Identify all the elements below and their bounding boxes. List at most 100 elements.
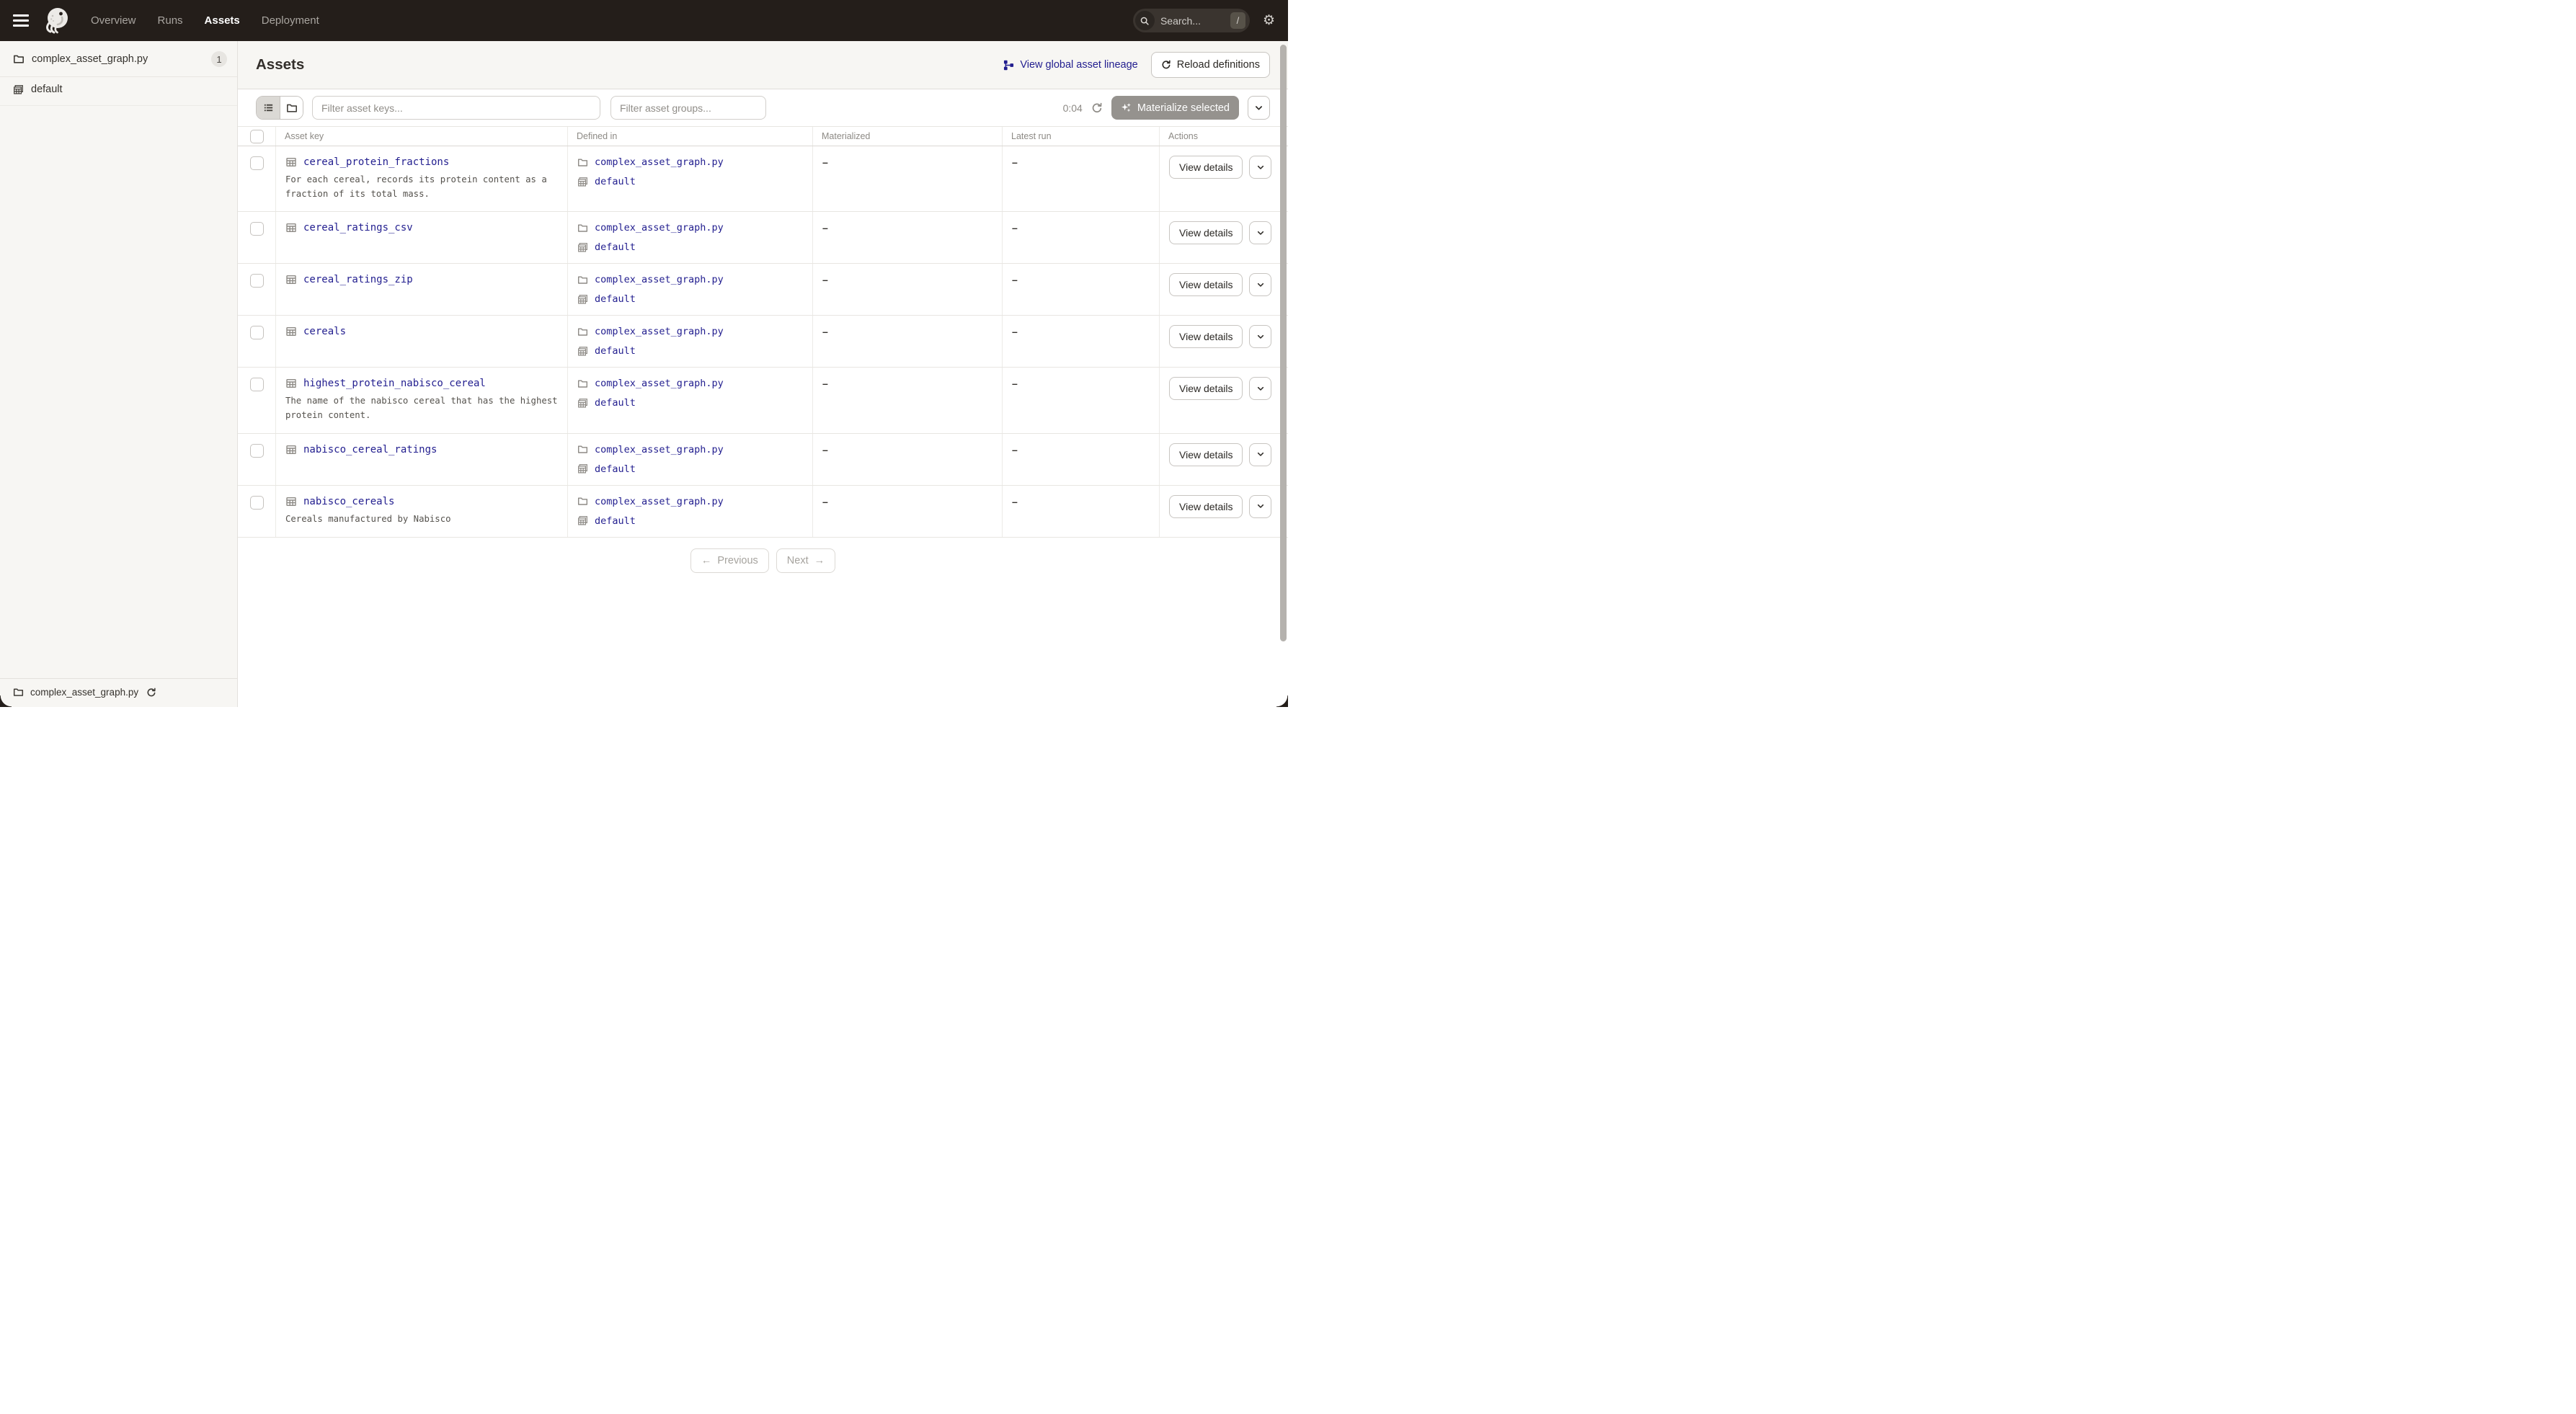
materialized-value: – <box>822 222 828 234</box>
asset-key-link[interactable]: cereals <box>303 326 346 337</box>
list-view-button[interactable] <box>257 97 280 119</box>
defined-in-file-link[interactable]: complex_asset_graph.py <box>595 444 724 455</box>
arrow-right-icon: → <box>814 554 825 566</box>
filter-asset-keys-input[interactable] <box>312 96 600 120</box>
latest-run-value: – <box>1012 443 1018 455</box>
defined-in-group-link[interactable]: default <box>595 463 636 475</box>
search-placeholder: Search... <box>1160 14 1201 27</box>
row-actions-dropdown[interactable] <box>1249 494 1272 518</box>
chevron-down-icon <box>1257 283 1264 287</box>
vertical-scrollbar[interactable] <box>1280 45 1287 641</box>
defined-in-file-link[interactable]: complex_asset_graph.py <box>595 274 724 285</box>
chevron-down-icon <box>1257 386 1264 391</box>
materialize-options-dropdown[interactable] <box>1248 96 1270 120</box>
defined-in-file-link[interactable]: complex_asset_graph.py <box>595 496 724 507</box>
defined-in-file-link[interactable]: complex_asset_graph.py <box>595 156 724 168</box>
previous-page-button[interactable]: ← Previous <box>690 548 769 573</box>
nav-item-assets[interactable]: Assets <box>205 14 240 27</box>
defined-in-group-link[interactable]: default <box>595 241 636 253</box>
latest-run-value: – <box>1012 156 1018 168</box>
next-page-button[interactable]: Next → <box>776 548 836 573</box>
sidebar-item-group-default[interactable]: default <box>0 77 237 101</box>
materialized-value: – <box>822 326 828 338</box>
row-checkbox[interactable] <box>249 495 264 510</box>
asset-key-link[interactable]: highest_protein_nabisco_cereal <box>303 378 486 389</box>
defined-in-group-link[interactable]: default <box>595 515 636 527</box>
row-actions-dropdown[interactable] <box>1249 273 1272 297</box>
row-checkbox[interactable] <box>249 274 264 288</box>
reload-icon[interactable] <box>146 688 156 698</box>
row-checkbox[interactable] <box>249 156 264 170</box>
sparkles-icon <box>1121 102 1132 113</box>
folder-icon <box>577 157 588 168</box>
main-content: Assets View global asset lineage Reload … <box>238 41 1288 707</box>
view-global-asset-lineage-link[interactable]: View global asset lineage <box>1003 59 1138 71</box>
row-checkbox[interactable] <box>249 378 264 392</box>
nav-item-runs[interactable]: Runs <box>158 14 183 27</box>
table-row: cereals complex_asset_graph.py default – <box>238 316 1288 368</box>
dagster-logo-icon[interactable] <box>40 4 72 37</box>
asset-table-icon <box>285 222 297 234</box>
row-actions-dropdown[interactable] <box>1249 156 1272 179</box>
asset-key-link[interactable]: cereal_ratings_zip <box>303 274 413 285</box>
folder-icon <box>577 223 588 234</box>
materialize-selected-button[interactable]: Materialize selected <box>1111 96 1239 120</box>
asset-group-icon <box>13 84 24 95</box>
row-actions-dropdown[interactable] <box>1249 377 1272 401</box>
defined-in-group-link[interactable]: default <box>595 345 636 357</box>
nav-item-deployment[interactable]: Deployment <box>262 14 319 27</box>
view-details-button[interactable]: View details <box>1169 443 1243 466</box>
asset-key-link[interactable]: nabisco_cereal_ratings <box>303 444 437 455</box>
nav-item-overview[interactable]: Overview <box>91 14 136 27</box>
folder-view-button[interactable] <box>280 97 303 119</box>
sidebar-item-repo[interactable]: complex_asset_graph.py 1 <box>0 41 237 77</box>
chevron-down-icon <box>1256 105 1262 110</box>
defined-in-group-link[interactable]: default <box>595 293 636 305</box>
folder-icon <box>577 444 588 455</box>
latest-run-value: – <box>1012 326 1018 338</box>
folder-icon <box>13 687 24 698</box>
chevron-down-icon <box>1257 165 1264 169</box>
asset-key-link[interactable]: cereal_ratings_csv <box>303 222 413 234</box>
filter-asset-groups-input[interactable] <box>610 96 766 120</box>
defined-in-file-link[interactable]: complex_asset_graph.py <box>595 222 724 234</box>
defined-in-group-link[interactable]: default <box>595 176 636 187</box>
refresh-icon[interactable] <box>1091 102 1103 114</box>
view-details-button[interactable]: View details <box>1169 325 1243 349</box>
row-actions-dropdown[interactable] <box>1249 325 1272 349</box>
search-input[interactable]: Search... / <box>1132 9 1250 32</box>
defined-in-file-link[interactable]: complex_asset_graph.py <box>595 326 724 337</box>
row-checkbox[interactable] <box>249 326 264 340</box>
row-checkbox[interactable] <box>249 222 264 236</box>
sidebar-group-label: default <box>31 84 63 95</box>
reload-icon <box>1161 60 1171 70</box>
search-shortcut-badge: / <box>1230 12 1245 29</box>
view-details-button[interactable]: View details <box>1169 156 1243 179</box>
assets-toolbar: 0:04 Materialize selected <box>238 89 1288 126</box>
reload-definitions-button[interactable]: Reload definitions <box>1150 52 1270 78</box>
asset-key-link[interactable]: cereal_protein_fractions <box>303 156 449 168</box>
asset-key-link[interactable]: nabisco_cereals <box>303 496 394 507</box>
table-row: cereal_ratings_csv complex_asset_graph.p… <box>238 212 1288 264</box>
view-details-button[interactable]: View details <box>1169 273 1243 297</box>
defined-in-file-link[interactable]: complex_asset_graph.py <box>595 378 724 389</box>
row-checkbox[interactable] <box>249 443 264 458</box>
materialized-value: – <box>822 274 828 286</box>
view-details-button[interactable]: View details <box>1169 494 1243 518</box>
materialized-value: – <box>822 378 828 390</box>
defined-in-group-link[interactable]: default <box>595 397 636 409</box>
asset-table-icon <box>285 444 297 455</box>
select-all-checkbox[interactable] <box>249 129 264 143</box>
asset-group-icon <box>577 398 588 409</box>
hamburger-menu-icon[interactable] <box>10 10 32 32</box>
row-actions-dropdown[interactable] <box>1249 443 1272 466</box>
folder-icon <box>577 275 588 285</box>
lineage-link-label: View global asset lineage <box>1020 59 1138 71</box>
chevron-down-icon <box>1257 453 1264 456</box>
view-details-button[interactable]: View details <box>1169 377 1243 401</box>
main-menu: Overview Runs Assets Deployment <box>91 14 319 27</box>
gear-icon[interactable]: ⚙ <box>1263 14 1278 27</box>
table-row: cereal_ratings_zip complex_asset_graph.p… <box>238 264 1288 316</box>
row-actions-dropdown[interactable] <box>1249 221 1272 245</box>
view-details-button[interactable]: View details <box>1169 221 1243 245</box>
